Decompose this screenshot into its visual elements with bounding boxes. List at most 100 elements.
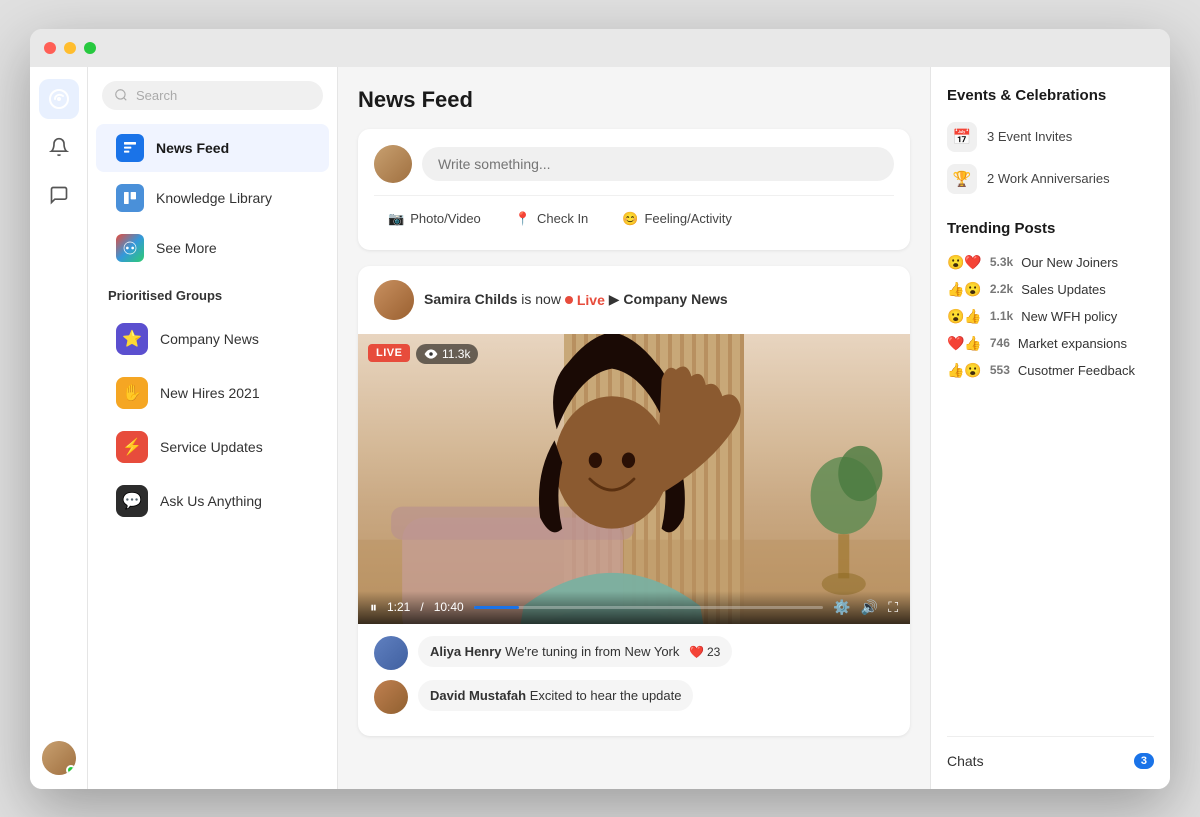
trending-count-4: 746 xyxy=(990,336,1010,350)
comment-reaction-1: ❤️ 23 xyxy=(689,645,720,659)
prioritised-groups-title: Prioritised Groups xyxy=(88,274,337,311)
composer-avatar xyxy=(374,145,412,183)
composer-actions: 📷 Photo/Video 📍 Check In 😊 Feeling/Activ… xyxy=(374,195,894,234)
sidebar-item-service-updates[interactable]: ⚡ Service Updates xyxy=(96,421,329,473)
see-more-icon xyxy=(116,234,144,262)
check-in-button[interactable]: 📍 Check In xyxy=(501,204,603,234)
online-status-indicator xyxy=(66,765,76,775)
sidebar-item-news-feed[interactable]: News Feed xyxy=(96,124,329,172)
post-author-info: Samira Childs is now Live ▶ Company News xyxy=(424,291,728,308)
trending-count-1: 5.3k xyxy=(990,255,1013,269)
work-anniversaries-icon: 🏆 xyxy=(947,164,977,194)
page-title: News Feed xyxy=(358,87,910,113)
post-header: Samira Childs is now Live ▶ Company News xyxy=(358,266,910,334)
work-anniversaries-label: 2 Work Anniversaries xyxy=(987,171,1110,186)
photo-video-label: Photo/Video xyxy=(410,211,481,226)
sidebar-item-new-hires[interactable]: ✋ New Hires 2021 xyxy=(96,367,329,419)
icon-sidebar xyxy=(30,67,88,789)
live-label: Live xyxy=(577,292,605,308)
news-feed-label: News Feed xyxy=(156,140,229,156)
user-avatar[interactable] xyxy=(42,741,76,775)
comment-text-1: We're tuning in from New York xyxy=(505,644,679,659)
sidebar-item-see-more[interactable]: See More xyxy=(96,224,329,272)
fullscreen-button[interactable]: ⛶ xyxy=(888,599,898,616)
notifications-button[interactable] xyxy=(39,127,79,167)
sidebar-item-knowledge-library[interactable]: Knowledge Library xyxy=(96,174,329,222)
post-destination: Company News xyxy=(623,291,727,307)
titlebar xyxy=(30,29,1170,67)
progress-bar[interactable] xyxy=(474,606,824,609)
photo-video-icon: 📷 xyxy=(388,211,404,227)
trending-count-5: 553 xyxy=(990,363,1010,377)
comment-name-2: David Mustafah xyxy=(430,688,526,703)
close-button[interactable] xyxy=(44,42,56,54)
live-dot xyxy=(565,296,573,304)
trending-posts-title: Trending Posts xyxy=(947,220,1154,237)
comment-text-2: Excited to hear the update xyxy=(530,688,682,703)
ask-us-icon: 💬 xyxy=(116,485,148,517)
comment-item-2: David Mustafah Excited to hear the updat… xyxy=(374,680,894,714)
trending-label-4: Market expansions xyxy=(1018,336,1127,351)
company-news-label: Company News xyxy=(160,331,259,347)
time-current: 1:21 xyxy=(387,600,410,614)
nav-sidebar: Search News Feed xyxy=(88,67,338,789)
video-person-svg xyxy=(358,334,910,624)
right-sidebar: Events & Celebrations 📅 3 Event Invites … xyxy=(930,67,1170,789)
comment-bubble-2: David Mustafah Excited to hear the updat… xyxy=(418,680,693,711)
photo-video-button[interactable]: 📷 Photo/Video xyxy=(374,204,495,234)
view-count-value: 11.3k xyxy=(442,347,470,361)
messages-button[interactable] xyxy=(39,175,79,215)
sidebar-item-ask-us-anything[interactable]: 💬 Ask Us Anything xyxy=(96,475,329,527)
knowledge-library-label: Knowledge Library xyxy=(156,190,272,206)
post-author-avatar xyxy=(374,280,414,320)
new-hires-icon: ✋ xyxy=(116,377,148,409)
chats-label: Chats xyxy=(947,753,984,769)
check-in-label: Check In xyxy=(537,211,588,226)
event-invites-item[interactable]: 📅 3 Event Invites xyxy=(947,116,1154,158)
trending-emojis-3: 😮👍 xyxy=(947,308,982,325)
trending-emojis-4: ❤️👍 xyxy=(947,335,982,352)
trending-item-3[interactable]: 😮👍 1.1k New WFH policy xyxy=(947,303,1154,330)
app-body: Search News Feed xyxy=(30,67,1170,789)
comment-name-1: Aliya Henry xyxy=(430,644,502,659)
trending-emojis-2: 👍😮 xyxy=(947,281,982,298)
post-live-badge: Live xyxy=(565,292,605,308)
sidebar-item-company-news[interactable]: ⭐ Company News xyxy=(96,313,329,365)
trending-label-3: New WFH policy xyxy=(1021,309,1117,324)
news-feed-icon xyxy=(116,134,144,162)
reaction-emoji-1: ❤️ xyxy=(689,645,704,659)
service-updates-icon: ⚡ xyxy=(116,431,148,463)
trending-item-2[interactable]: 👍😮 2.2k Sales Updates xyxy=(947,276,1154,303)
maximize-button[interactable] xyxy=(84,42,96,54)
comment-item: Aliya Henry We're tuning in from New Yor… xyxy=(374,636,894,670)
chats-bar[interactable]: Chats 3 xyxy=(947,736,1154,769)
time-total: 10:40 xyxy=(434,600,464,614)
trending-item-1[interactable]: 😮❤️ 5.3k Our New Joiners xyxy=(947,249,1154,276)
app-window: Search News Feed xyxy=(30,29,1170,789)
minimize-button[interactable] xyxy=(64,42,76,54)
comment-avatar-1 xyxy=(374,636,408,670)
trending-label-5: Cusotmer Feedback xyxy=(1018,363,1135,378)
work-anniversaries-item[interactable]: 🏆 2 Work Anniversaries xyxy=(947,158,1154,200)
view-count: 11.3k xyxy=(416,344,478,364)
ask-us-label: Ask Us Anything xyxy=(160,493,262,509)
live-post: Samira Childs is now Live ▶ Company News xyxy=(358,266,910,736)
company-news-icon: ⭐ xyxy=(116,323,148,355)
search-icon xyxy=(114,88,128,102)
trending-item-4[interactable]: ❤️👍 746 Market expansions xyxy=(947,330,1154,357)
comments-section: Aliya Henry We're tuning in from New Yor… xyxy=(358,624,910,736)
events-celebrations-title: Events & Celebrations xyxy=(947,87,1154,104)
service-updates-label: Service Updates xyxy=(160,439,263,455)
video-container[interactable]: LIVE 11.3k ⏸ 1:21 / 10:40 xyxy=(358,334,910,624)
feeling-label: Feeling/Activity xyxy=(644,211,731,226)
trending-item-5[interactable]: 👍😮 553 Cusotmer Feedback xyxy=(947,357,1154,384)
live-badge: LIVE xyxy=(368,344,410,362)
play-pause-button[interactable]: ⏸ xyxy=(370,599,377,616)
volume-button[interactable]: 🔊 xyxy=(861,599,878,616)
feeling-button[interactable]: 😊 Feeling/Activity xyxy=(608,204,746,234)
app-logo-button[interactable] xyxy=(39,79,79,119)
settings-button[interactable]: ⚙️ xyxy=(833,599,850,616)
composer-input[interactable] xyxy=(422,147,894,181)
see-more-label: See More xyxy=(156,240,217,256)
search-bar[interactable]: Search xyxy=(102,81,323,110)
